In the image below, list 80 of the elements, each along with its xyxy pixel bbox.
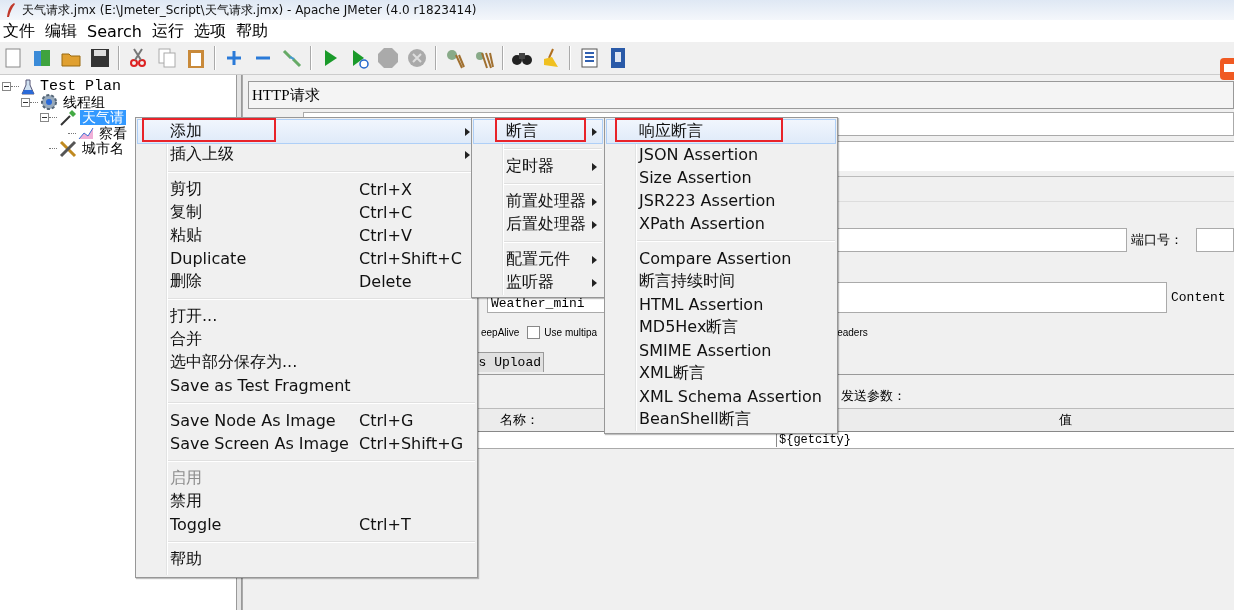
menu-item[interactable]: 监听器: [474, 271, 602, 294]
menu-item[interactable]: BeanShell断言: [607, 408, 835, 431]
menu-bar-item[interactable]: 文件: [2, 20, 36, 42]
tree-item[interactable]: Test Plan: [38, 79, 123, 95]
menu-item[interactable]: Toggle Ctrl+T: [138, 513, 475, 536]
submenu-arrow-icon: [592, 279, 597, 287]
pipette-icon: [59, 108, 77, 127]
menu-item[interactable]: 复制 Ctrl+C: [138, 201, 475, 224]
port-label: 端口号：: [1131, 231, 1184, 249]
save-icon[interactable]: [89, 47, 111, 69]
submenu-arrow-icon: [592, 198, 597, 206]
menu-bar-item[interactable]: Search: [86, 21, 143, 41]
submenu-arrow-icon: [592, 256, 597, 264]
window-title: 天气请求.jmx (E:\Jmeter_Script\天气请求.jmx) - Apache JMeter (4.0 r1823414): [22, 1, 477, 19]
submenu-arrow-icon: [592, 163, 597, 171]
menu-item[interactable]: 响应断言: [607, 120, 835, 143]
templates-icon[interactable]: [31, 47, 53, 69]
menu-item[interactable]: Save as Test Fragment: [138, 374, 475, 397]
column-header: 名称：: [500, 411, 539, 429]
checkbox-label: eaders: [837, 326, 868, 338]
checkbox[interactable]: [527, 325, 541, 339]
menu-item[interactable]: 剪切 Ctrl+X: [138, 178, 475, 201]
menu-item[interactable]: Duplicate Ctrl+Shift+C: [138, 247, 475, 270]
menu-item[interactable]: 禁用: [138, 490, 475, 513]
flask-icon: [21, 78, 35, 95]
menu-item[interactable]: 合并: [138, 328, 475, 351]
tree-item[interactable]: 城市名: [80, 141, 126, 157]
menu-bar-item[interactable]: 运行: [150, 20, 185, 42]
tools-icon: [59, 139, 77, 158]
submenu-arrow-icon: [592, 221, 597, 229]
menu-bar-item[interactable]: 帮助: [234, 20, 269, 42]
menu-item[interactable]: 后置处理器: [474, 213, 602, 236]
submenu-arrow-icon: [592, 128, 597, 136]
menu-item[interactable]: 插入上级: [138, 143, 475, 166]
submenu-arrow-icon: [465, 151, 470, 159]
menu-item[interactable]: Compare Assertion: [607, 247, 835, 270]
menu-item[interactable]: 打开...: [138, 305, 475, 328]
menu-item[interactable]: HTML Assertion: [607, 293, 835, 316]
submenu-arrow-icon: [465, 128, 470, 136]
parameters-label: 发送参数：: [841, 387, 906, 405]
chart-icon: [78, 126, 94, 141]
checkbox-label: eepAlive: [481, 326, 520, 338]
tree-item[interactable]: 线程组: [61, 94, 107, 110]
stop-icon[interactable]: [377, 47, 399, 69]
menu-bar-item[interactable]: 选项: [192, 20, 227, 42]
checkbox-label: Use multipa: [544, 326, 598, 338]
gear-icon: [40, 93, 58, 112]
menu-item[interactable]: 删除 Delete: [138, 270, 475, 293]
menu-item[interactable]: 帮助: [138, 548, 475, 571]
menu-item[interactable]: XML断言: [607, 362, 835, 385]
collapse-toggle-icon[interactable]: [2, 82, 11, 92]
menu-item[interactable]: 前置处理器: [474, 190, 602, 213]
menu-item[interactable]: Size Assertion: [607, 166, 835, 189]
menu-item[interactable]: 断言持续时间: [607, 270, 835, 293]
list-icon[interactable]: [578, 47, 600, 69]
menu-item[interactable]: JSON Assertion: [607, 143, 835, 166]
menu-item[interactable]: XPath Assertion: [607, 212, 835, 235]
cut-icon[interactable]: [127, 47, 149, 69]
port-field[interactable]: [1196, 228, 1234, 252]
menu-item[interactable]: Save Screen As Image Ctrl+Shift+G: [138, 432, 475, 455]
content-label: Content: [1171, 290, 1226, 305]
app-badge-icon[interactable]: [1220, 58, 1234, 80]
collapse-toggle-icon[interactable]: [21, 97, 30, 107]
shutdown-icon[interactable]: [406, 47, 428, 69]
menu-item[interactable]: 定时器: [474, 155, 602, 178]
feather-icon: [6, 3, 16, 17]
menu-item[interactable]: SMIME Assertion: [607, 339, 835, 362]
menu-bar-item[interactable]: 编辑: [44, 20, 78, 42]
column-header: 值: [1059, 411, 1072, 429]
panel-title: HTTP请求: [248, 81, 1234, 109]
menu-item[interactable]: MD5Hex断言: [607, 316, 835, 339]
collapse-toggle-icon[interactable]: [40, 113, 49, 123]
menu-item[interactable]: Save Node As Image Ctrl+G: [138, 409, 475, 432]
paste-icon[interactable]: [185, 47, 207, 69]
menu-item[interactable]: 配置元件: [474, 248, 602, 271]
menu-item[interactable]: 断言: [474, 120, 602, 143]
menu-item[interactable]: 粘贴 Ctrl+V: [138, 224, 475, 247]
menu-item[interactable]: JSR223 Assertion: [607, 189, 835, 212]
tree-item[interactable]: 察看: [97, 125, 129, 141]
menu-item[interactable]: XML Schema Assertion: [607, 385, 835, 408]
